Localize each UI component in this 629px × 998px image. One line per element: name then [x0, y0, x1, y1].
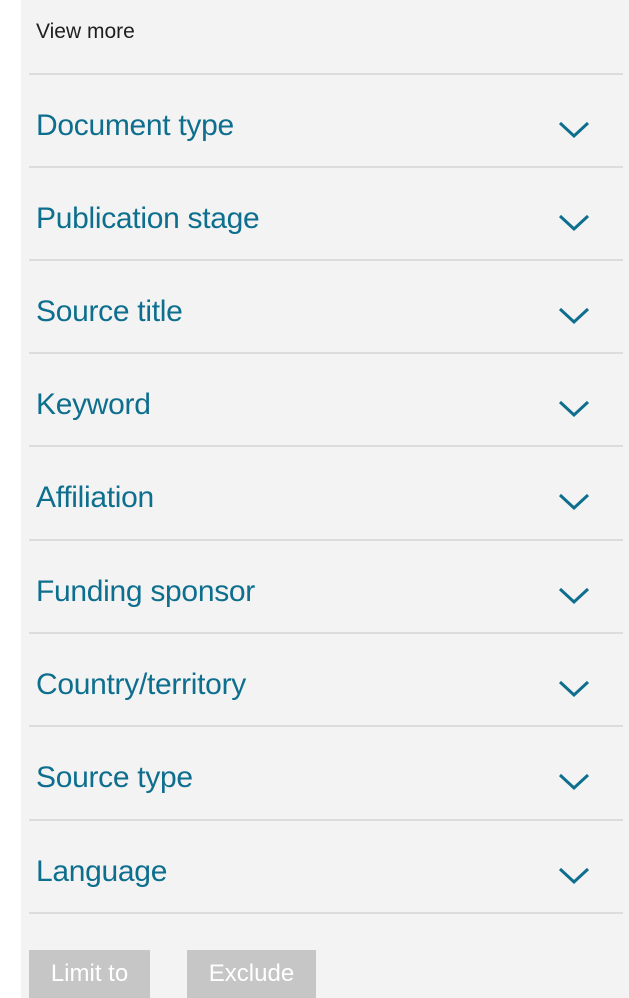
facet-affiliation[interactable]: Affiliation: [29, 445, 623, 538]
facet-keyword[interactable]: Keyword: [29, 352, 623, 445]
exclude-button[interactable]: Exclude: [187, 950, 316, 998]
chevron-down-icon[interactable]: [557, 119, 591, 141]
chevron-down-icon[interactable]: [557, 491, 591, 513]
facet-label: Document type: [36, 109, 234, 142]
facet-label: Funding sponsor: [36, 575, 255, 608]
chevron-down-icon[interactable]: [557, 865, 591, 887]
facet-label: Source title: [36, 295, 183, 328]
divider: [29, 912, 623, 914]
facet-label: Affiliation: [36, 481, 154, 514]
chevron-down-icon[interactable]: [557, 398, 591, 420]
facet-label: Language: [36, 855, 168, 888]
view-more-link[interactable]: View more: [36, 20, 135, 44]
facet-label: Source type: [36, 761, 193, 794]
chevron-down-icon[interactable]: [557, 212, 591, 234]
chevron-down-icon[interactable]: [557, 678, 591, 700]
facet-language[interactable]: Language: [29, 819, 623, 912]
limit-to-button[interactable]: Limit to: [29, 950, 150, 998]
facet-funding-sponsor[interactable]: Funding sponsor: [29, 539, 623, 632]
facet-publication-stage[interactable]: Publication stage: [29, 166, 623, 259]
facet-source-type[interactable]: Source type: [29, 725, 623, 818]
facet-label: Country/territory: [36, 668, 246, 701]
facet-label: Publication stage: [36, 202, 260, 235]
facet-country-territory[interactable]: Country/territory: [29, 632, 623, 725]
chevron-down-icon[interactable]: [557, 585, 591, 607]
facet-document-type[interactable]: Document type: [29, 73, 623, 166]
chevron-down-icon[interactable]: [557, 305, 591, 327]
chevron-down-icon[interactable]: [557, 771, 591, 793]
facet-label: Keyword: [36, 388, 151, 421]
facet-source-title[interactable]: Source title: [29, 259, 623, 352]
